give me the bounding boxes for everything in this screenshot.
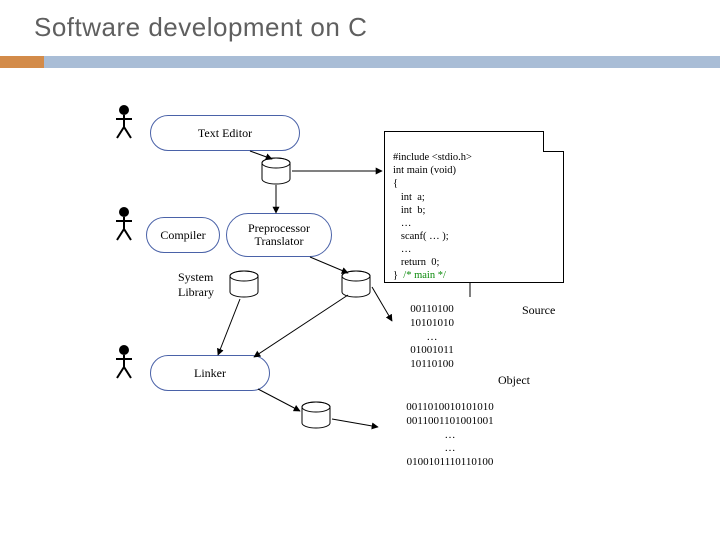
diagram-canvas: Text Editor Compiler Preprocessor Transl… (0, 75, 720, 535)
connector-arrow (0, 75, 720, 540)
title-underline (0, 56, 720, 68)
slide-title: Software development on C (34, 12, 367, 43)
